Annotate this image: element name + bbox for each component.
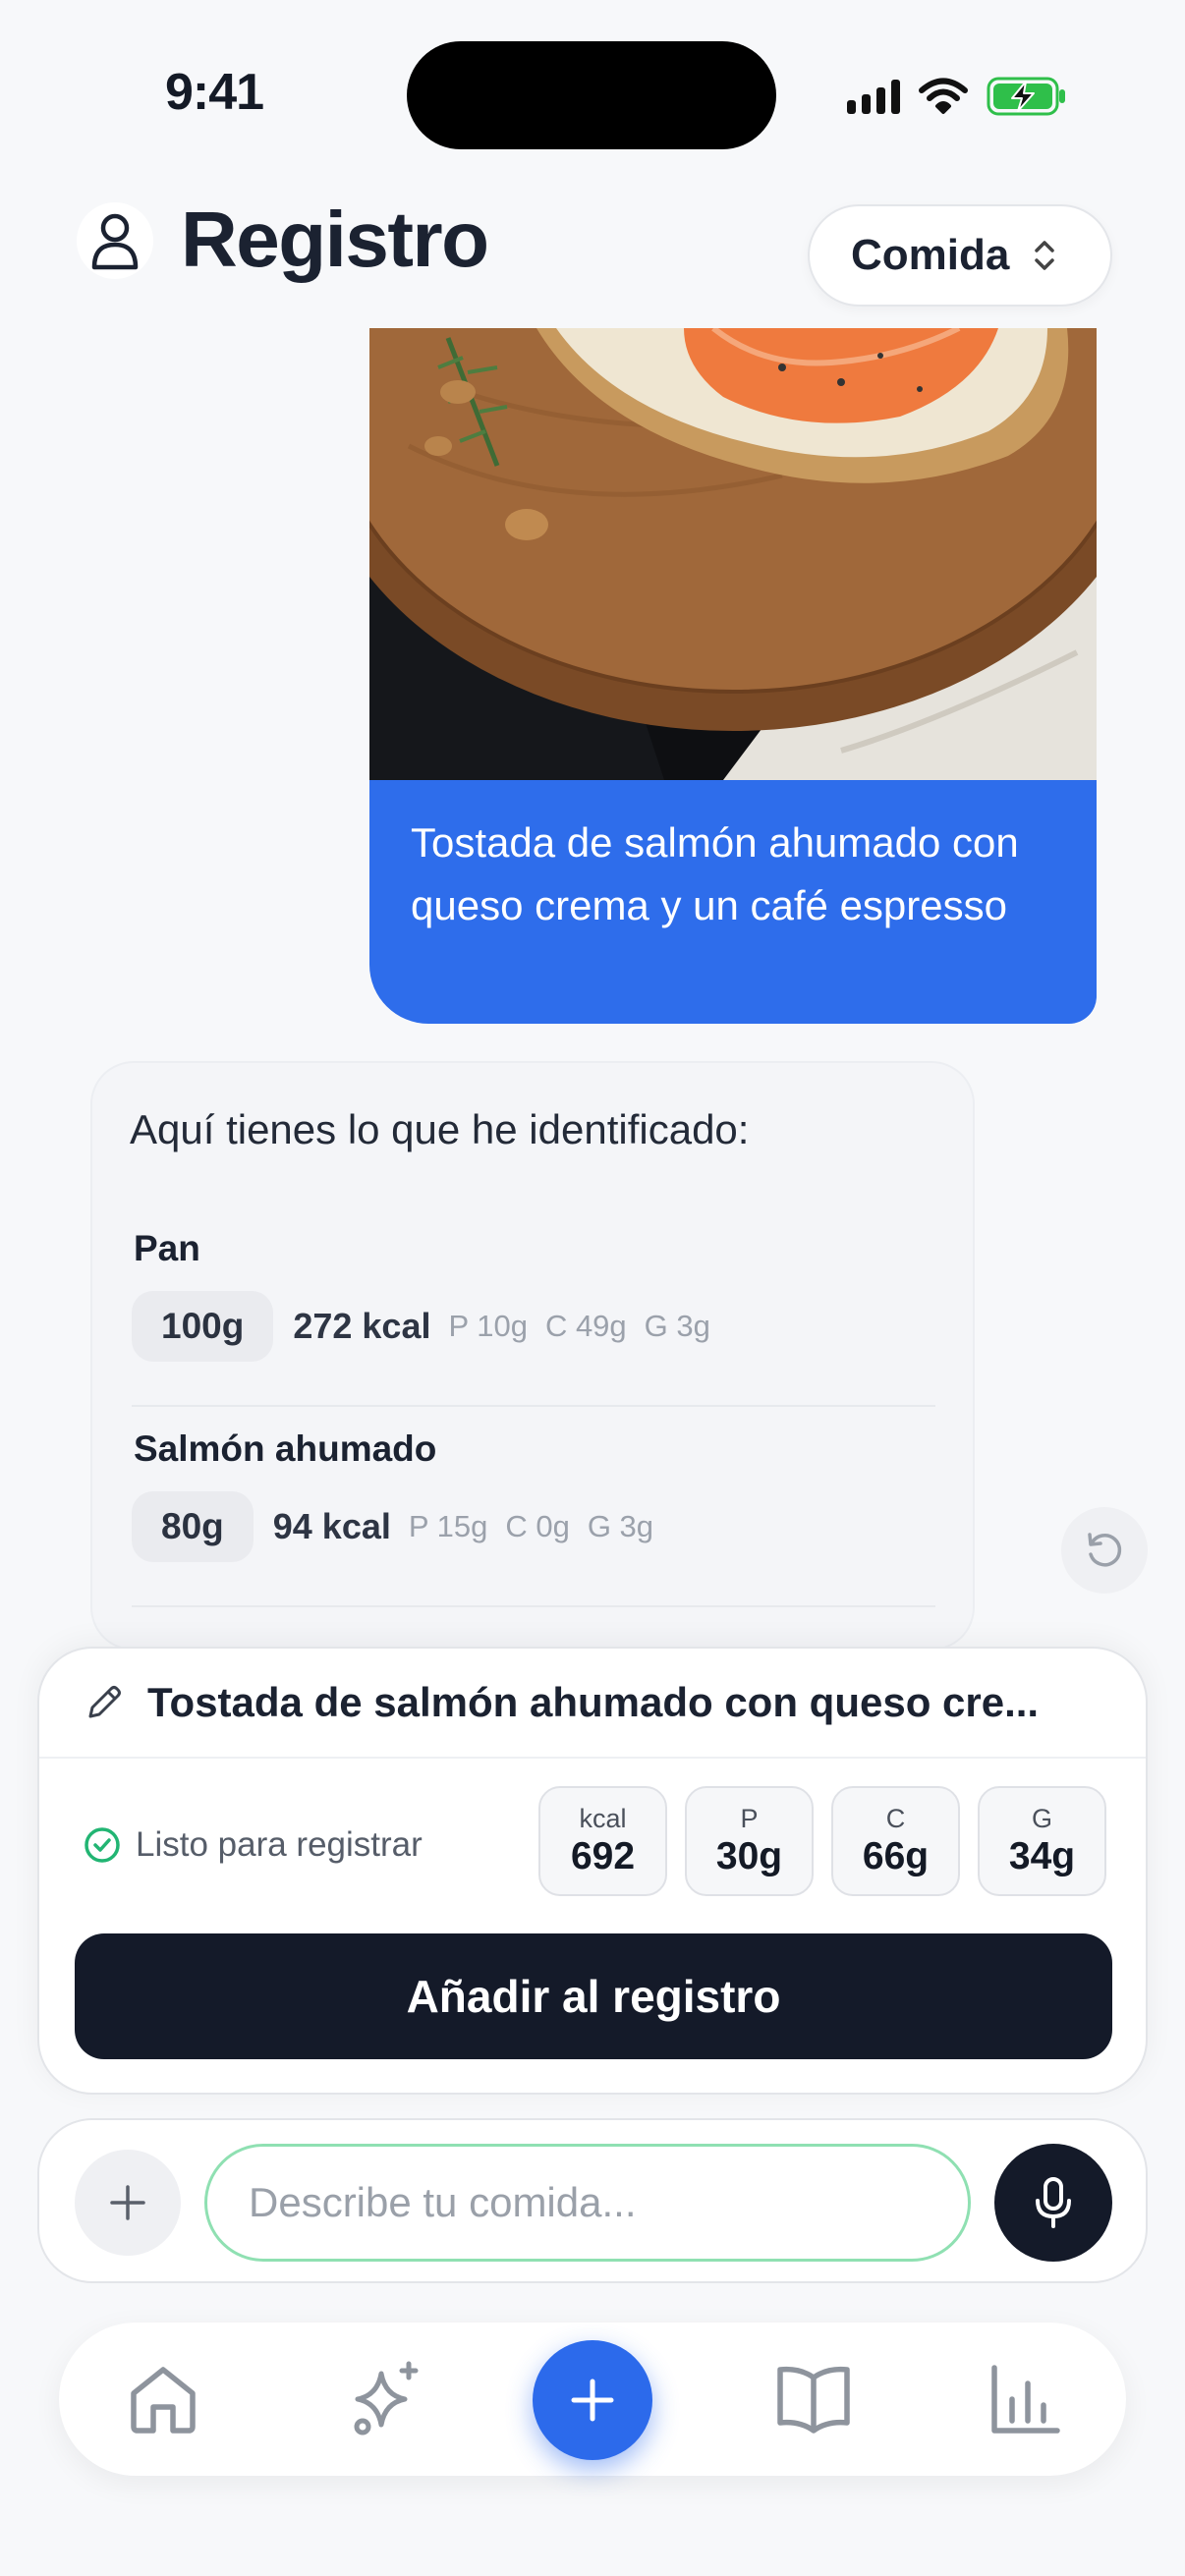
food-fat: G 3g — [644, 1309, 710, 1343]
food-grams[interactable]: 80g — [132, 1491, 254, 1562]
wifi-icon — [919, 78, 968, 114]
total-protein: P 30g — [685, 1786, 814, 1896]
meal-title[interactable]: Tostada de salmón ahumado con queso cre.… — [147, 1679, 1039, 1726]
page-title: Registro — [181, 196, 489, 283]
food-kcal: 94 kcal — [272, 1506, 391, 1546]
food-protein: P 10g — [448, 1309, 528, 1343]
assistant-message: Aquí tienes lo que he identificado: Pan … — [90, 1061, 975, 1651]
macro-totals: kcal 692 P 30g C 66g G 34g — [538, 1786, 1106, 1896]
ready-status-text: Listo para registrar — [136, 1825, 423, 1864]
refresh-icon — [1088, 1533, 1122, 1567]
food-protein: P 15g — [408, 1509, 488, 1543]
macro-label: C — [885, 1804, 906, 1833]
status-time: 9:41 — [165, 64, 264, 121]
message-composer — [37, 2118, 1148, 2283]
plus-icon — [110, 2185, 145, 2220]
profile-button[interactable] — [77, 202, 153, 279]
attach-button[interactable] — [75, 2150, 181, 2256]
cellular-signal-icon — [847, 79, 900, 114]
tab-home[interactable] — [114, 2350, 212, 2448]
home-icon — [131, 2367, 196, 2434]
battery-charging-icon — [987, 77, 1065, 116]
macro-value: 34g — [1008, 1835, 1076, 1877]
pencil-icon — [88, 1686, 121, 1718]
tab-stats[interactable] — [977, 2350, 1075, 2448]
food-item[interactable]: Salmón ahumado 80g 94 kcal P 15g C 0g G … — [132, 1428, 935, 1607]
ready-status: Listo para registrar — [83, 1825, 423, 1865]
meal-type-selector[interactable]: Comida — [808, 204, 1112, 307]
macro-value: 66g — [862, 1835, 930, 1877]
chevron-up-down-icon — [1035, 241, 1055, 270]
check-circle-icon — [85, 1827, 120, 1863]
add-to-log-button[interactable]: Añadir al registro — [75, 1933, 1112, 2059]
assistant-intro: Aquí tienes lo que he identificado: — [130, 1106, 750, 1152]
tab-ai[interactable] — [338, 2350, 436, 2448]
macro-value: 30g — [715, 1835, 783, 1877]
summary-header[interactable]: Tostada de salmón ahumado con queso cre.… — [39, 1649, 1146, 1759]
user-message-bubble: Tostada de salmón ahumado con queso crem… — [369, 780, 1097, 1024]
macro-label: kcal — [579, 1804, 627, 1833]
macro-label: P — [740, 1804, 759, 1833]
microphone-icon — [1036, 2177, 1071, 2228]
food-carbs: C 49g — [544, 1309, 627, 1343]
total-carbs: C 66g — [831, 1786, 960, 1896]
food-fat: G 3g — [587, 1509, 654, 1543]
book-open-icon — [777, 2366, 850, 2434]
food-kcal: 272 kcal — [293, 1306, 431, 1346]
microphone-button[interactable] — [994, 2144, 1112, 2262]
salmon-toast-image — [369, 328, 1097, 780]
meal-type-label: Comida — [851, 231, 1010, 279]
bar-chart-icon — [991, 2365, 1060, 2434]
macro-value: 692 — [570, 1835, 636, 1877]
food-item[interactable]: Pan 100g 272 kcal P 10g C 49g G 3g — [132, 1228, 935, 1407]
total-kcal: kcal 692 — [538, 1786, 667, 1896]
tab-add-button[interactable] — [533, 2340, 652, 2460]
food-grams[interactable]: 100g — [132, 1291, 274, 1362]
user-message-text: Tostada de salmón ahumado con queso crem… — [411, 819, 1019, 928]
food-carbs: C 0g — [505, 1509, 570, 1543]
macro-label: G — [1031, 1804, 1052, 1833]
status-icons — [847, 71, 1067, 122]
total-fat: G 34g — [978, 1786, 1106, 1896]
sparkles-icon — [354, 2361, 419, 2436]
user-icon — [91, 213, 139, 270]
regenerate-button[interactable] — [1061, 1507, 1148, 1594]
tab-diary[interactable] — [764, 2350, 863, 2448]
plus-icon — [571, 2379, 614, 2422]
dynamic-island — [407, 41, 776, 149]
food-name: Pan — [134, 1228, 200, 1268]
meal-description-input[interactable] — [204, 2144, 971, 2262]
bottom-tab-bar — [59, 2323, 1126, 2476]
meal-summary-panel: Tostada de salmón ahumado con queso cre.… — [37, 1647, 1148, 2095]
meal-photo[interactable] — [369, 328, 1097, 780]
food-name: Salmón ahumado — [134, 1428, 437, 1469]
